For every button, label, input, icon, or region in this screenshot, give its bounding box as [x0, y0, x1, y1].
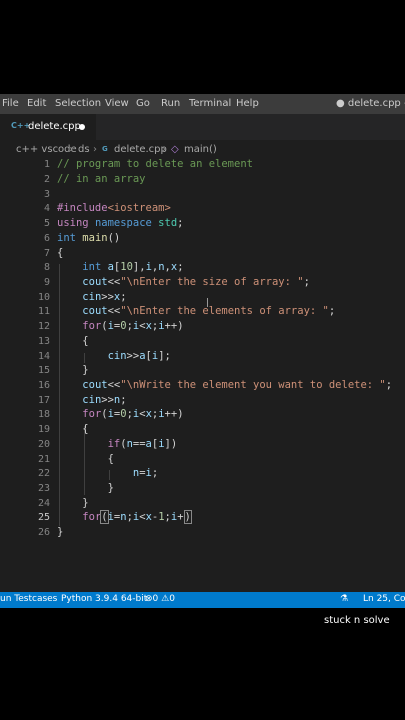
line-number: 1 [43, 159, 50, 170]
code-line[interactable]: { [57, 423, 88, 435]
code-line[interactable]: // in an array [57, 173, 146, 185]
line-number: 16 [37, 380, 50, 391]
code-line[interactable]: { [57, 453, 114, 465]
menu-selection[interactable]: Selection [55, 98, 101, 109]
line-number: 5 [43, 218, 50, 229]
code-line[interactable]: } [57, 526, 63, 538]
breadcrumb-folder[interactable]: ds [78, 144, 90, 155]
line-number: 19 [37, 424, 50, 435]
code-line[interactable]: for(i=0;i<x;i++) [57, 320, 183, 332]
code-line[interactable]: } [57, 482, 114, 494]
line-number-active: 25 [37, 512, 50, 523]
menu-go[interactable]: Go [136, 98, 150, 109]
menu-terminal[interactable]: Terminal [189, 98, 231, 109]
line-number: 18 [37, 409, 50, 420]
status-bar: un Testcases Python 3.9.4 64-bit ⊗0 ⚠0 ⚗… [0, 592, 405, 608]
code-line[interactable]: #include<iostream> [57, 202, 171, 214]
menu-run[interactable]: Run [161, 98, 180, 109]
line-number: 20 [37, 439, 50, 450]
chevron-right-icon: › [69, 144, 73, 155]
line-number: 8 [43, 262, 50, 273]
line-number: 24 [37, 498, 50, 509]
code-line[interactable]: // program to delete an element [57, 158, 253, 170]
status-cursor-position[interactable]: Ln 25, Col [363, 594, 405, 604]
code-line[interactable]: using namespace std; [57, 217, 183, 229]
line-number: 11 [37, 306, 50, 317]
error-count: 0 [152, 594, 159, 604]
error-icon: ⊗ [145, 594, 153, 604]
code-line[interactable]: } [57, 497, 88, 509]
menu-view[interactable]: View [105, 98, 129, 109]
code-line[interactable]: n=i; [57, 467, 158, 479]
vscode-window: File Edit Selection View Go Run Terminal… [0, 94, 405, 608]
line-number: 15 [37, 365, 50, 376]
chevron-right-icon: › [93, 144, 97, 155]
line-number: 3 [43, 189, 50, 200]
window-title: ● delete.cpp - vs c [336, 98, 405, 109]
code-line[interactable]: } [57, 364, 88, 376]
line-number: 12 [37, 321, 50, 332]
tab-delete-cpp[interactable]: C++ delete.cpp [0, 114, 96, 140]
code-line-active[interactable]: for(i=n;i<x-1;i+) [57, 510, 192, 524]
line-number: 10 [37, 292, 50, 303]
line-number: 9 [43, 277, 50, 288]
tab-label: delete.cpp [28, 121, 81, 132]
code-line[interactable]: int a[10],i,n,x; [57, 261, 183, 273]
status-python-interpreter[interactable]: Python 3.9.4 64-bit [61, 594, 147, 604]
line-number: 23 [37, 483, 50, 494]
mouse-ibeam-cursor [207, 298, 208, 307]
video-caption: stuck n solve [324, 615, 390, 626]
python-flask-icon[interactable]: ⚗ [340, 594, 348, 604]
code-line[interactable]: cout<<"\nWrite the element you want to d… [57, 379, 392, 391]
line-number: 17 [37, 395, 50, 406]
warning-count: 0 [169, 594, 175, 604]
line-number: 4 [43, 203, 50, 214]
menu-help[interactable]: Help [236, 98, 259, 109]
breadcrumb-root[interactable]: c++ vscode [16, 144, 77, 155]
line-number: 21 [37, 454, 50, 465]
status-problems[interactable]: ⊗0 ⚠0 [145, 594, 175, 604]
cpp-file-icon: G [102, 145, 108, 153]
line-number: 14 [37, 351, 50, 362]
code-line[interactable]: { [57, 247, 63, 259]
code-line[interactable]: for(i=0;i<x;i++) [57, 408, 183, 420]
breadcrumb-symbol[interactable]: main() [184, 144, 217, 155]
chevron-right-icon: › [162, 144, 166, 155]
breadcrumb-file[interactable]: delete.cpp [114, 144, 167, 155]
menu-edit[interactable]: Edit [27, 98, 46, 109]
status-run-testcases[interactable]: un Testcases [0, 594, 57, 604]
line-number: 22 [37, 468, 50, 479]
line-number: 26 [37, 527, 50, 538]
code-line[interactable]: { [57, 335, 88, 347]
line-number: 6 [43, 233, 50, 244]
menu-bar: File Edit Selection View Go Run Terminal… [0, 94, 405, 114]
line-number: 7 [43, 248, 50, 259]
tab-bar: C++ delete.cpp [0, 114, 405, 140]
code-line[interactable]: cout<<"\nEnter the size of array: "; [57, 276, 310, 288]
menu-file[interactable]: File [2, 98, 19, 109]
code-line[interactable]: cin>>n; [57, 394, 126, 406]
line-number: 13 [37, 336, 50, 347]
code-line[interactable]: if(n==a[i]) [57, 438, 178, 450]
line-number: 2 [43, 174, 50, 185]
code-line[interactable]: cout<<"\nEnter the elements of array: "; [57, 305, 335, 317]
code-line[interactable]: int main() [57, 232, 120, 244]
unsaved-dot-icon[interactable] [79, 124, 85, 130]
breadcrumb: c++ vscode › ds › G delete.cpp › ◇ main(… [0, 142, 405, 158]
method-cube-icon: ◇ [171, 144, 179, 155]
code-line[interactable]: cin>>x; [57, 291, 126, 303]
code-line[interactable]: cin>>a[i]; [57, 350, 171, 362]
